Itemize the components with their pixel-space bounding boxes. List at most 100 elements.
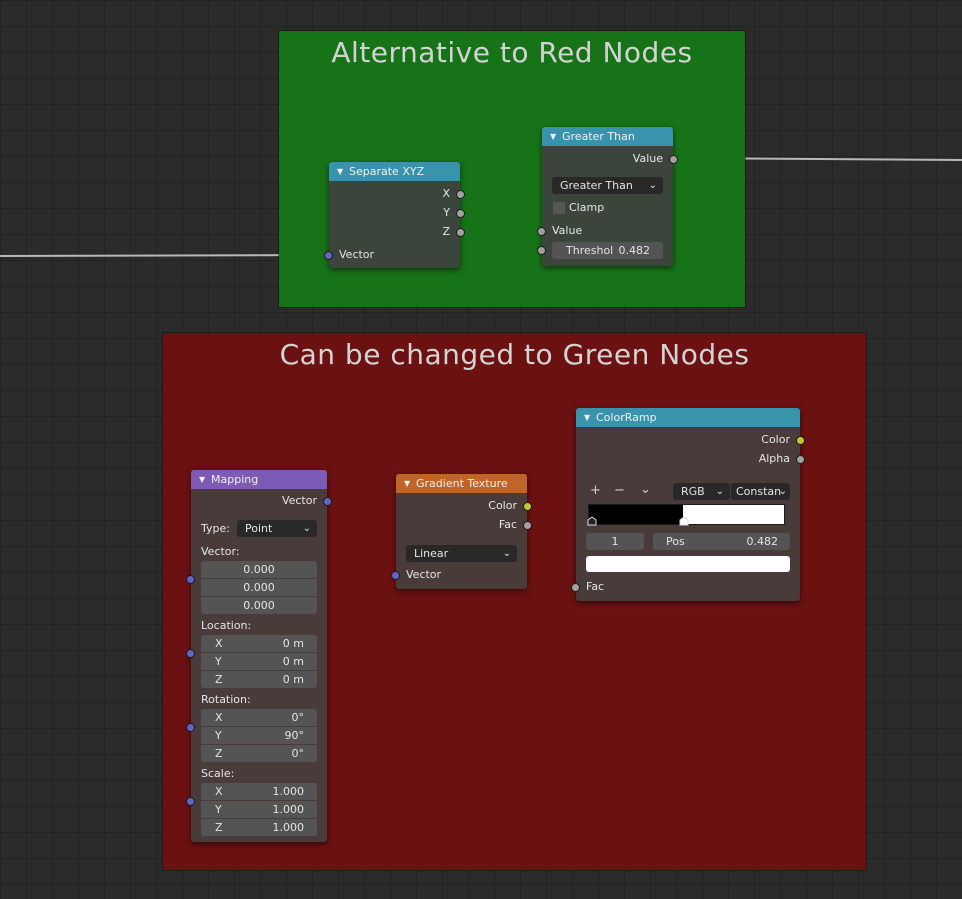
input-label-vector: Vector: [339, 248, 375, 261]
rotation-axis-y: Y: [215, 729, 222, 742]
output-label-z: Z: [442, 225, 450, 238]
location-field-z[interactable]: Z 0 m: [201, 671, 317, 688]
rotation-axis-x: X: [215, 711, 223, 724]
node-greater-than[interactable]: ▼ Greater Than Value Greater Than ⌄ Clam…: [537, 127, 678, 266]
vector-field-z[interactable]: 0.000: [201, 597, 317, 614]
socket-output-fac[interactable]: [523, 521, 532, 530]
scale-field-x[interactable]: X 1.000: [201, 783, 317, 800]
location-value-z: 0 m: [282, 673, 304, 686]
location-label: Location:: [201, 619, 252, 632]
frame-title: Alternative to Red Nodes: [331, 36, 693, 69]
frame-alternative[interactable]: Alternative to Red Nodes ▼ Separate XYZ …: [279, 31, 745, 307]
socket-output-alpha[interactable]: [796, 455, 805, 464]
scale-field-y[interactable]: Y 1.000: [201, 801, 317, 818]
scale-axis-x: X: [215, 785, 223, 798]
socket-output-color[interactable]: [796, 436, 805, 445]
socket-output-color[interactable]: [523, 502, 532, 511]
output-label-x: X: [442, 187, 450, 200]
rotation-field-x[interactable]: X 0°: [201, 709, 317, 726]
threshold-field[interactable]: Threshol 0.482: [552, 242, 663, 259]
node-color-ramp[interactable]: ▼ ColorRamp Color Alpha + − ⌄ RGB ⌄ Cons…: [571, 408, 805, 601]
node-header[interactable]: ▼ Gradient Texture: [396, 474, 527, 493]
socket-input-value[interactable]: [537, 227, 546, 236]
node-header[interactable]: ▼ Mapping: [191, 470, 327, 489]
chevron-down-icon: ⌄: [502, 548, 511, 559]
output-label-alpha: Alpha: [758, 452, 790, 465]
vector-value-y: 0.000: [243, 581, 275, 594]
node-header[interactable]: ▼ Separate XYZ: [329, 162, 460, 181]
ramp-stop-marker-1[interactable]: [679, 516, 689, 526]
frame-title: Can be changed to Green Nodes: [279, 338, 750, 371]
node-mapping[interactable]: ▼ Mapping Vector Type: Point ⌄ Vector: 0…: [186, 470, 332, 842]
collapse-triangle-icon[interactable]: ▼: [337, 162, 343, 181]
clamp-checkbox[interactable]: [553, 202, 565, 214]
location-value-y: 0 m: [282, 655, 304, 668]
collapse-triangle-icon[interactable]: ▼: [404, 474, 410, 493]
location-field-x[interactable]: X 0 m: [201, 635, 317, 652]
remove-stop-button[interactable]: −: [614, 483, 625, 498]
gradient-type-dropdown[interactable]: Linear ⌄: [406, 545, 517, 562]
socket-input-vector[interactable]: [391, 571, 400, 580]
stop-color-swatch[interactable]: [586, 556, 790, 572]
node-header[interactable]: ▼ ColorRamp: [576, 408, 800, 427]
pos-field[interactable]: Pos 0.482: [653, 533, 790, 550]
ramp-stop-marker-0[interactable]: [587, 516, 597, 526]
scale-axis-z: Z: [215, 821, 223, 834]
pos-value: 0.482: [746, 535, 779, 548]
socket-output-value[interactable]: [669, 155, 678, 164]
socket-output-z[interactable]: [456, 228, 465, 237]
scale-label: Scale:: [201, 767, 235, 780]
output-label-y: Y: [443, 206, 450, 219]
interpolation-dropdown[interactable]: Constan ⌄: [731, 483, 790, 500]
location-field-y[interactable]: Y 0 m: [201, 653, 317, 670]
input-label-vector: Vector: [406, 568, 442, 581]
ramp-menu-button[interactable]: ⌄: [640, 482, 651, 497]
output-label-value: Value: [632, 152, 663, 165]
socket-output-x[interactable]: [456, 190, 465, 199]
color-mode-value: RGB: [681, 485, 705, 498]
node-gradient-texture[interactable]: ▼ Gradient Texture Color Fac Linear ⌄ Ve…: [391, 474, 532, 589]
threshold-label: Threshol: [566, 244, 614, 257]
rotation-field-z[interactable]: Z 0°: [201, 745, 317, 762]
operation-dropdown[interactable]: Greater Than ⌄: [552, 177, 663, 194]
socket-output-vector[interactable]: [323, 497, 332, 506]
socket-input-vector[interactable]: [324, 251, 333, 260]
collapse-triangle-icon[interactable]: ▼: [199, 470, 205, 489]
output-label-color: Color: [761, 433, 790, 446]
socket-input-scale[interactable]: [186, 797, 195, 806]
vector-value-z: 0.000: [243, 599, 275, 612]
collapse-triangle-icon[interactable]: ▼: [550, 127, 556, 146]
socket-input-fac[interactable]: [571, 583, 580, 592]
type-label: Type:: [201, 522, 230, 535]
stop-index-field[interactable]: 1: [586, 533, 644, 550]
node-header[interactable]: ▼ Greater Than: [542, 127, 673, 146]
chevron-down-icon: ⌄: [648, 180, 657, 191]
rotation-field-y[interactable]: Y 90°: [201, 727, 317, 744]
socket-input-threshold[interactable]: [537, 246, 546, 255]
socket-input-location[interactable]: [186, 649, 195, 658]
clamp-label: Clamp: [569, 201, 605, 214]
output-label-vector: Vector: [281, 494, 317, 507]
vector-field-x[interactable]: 0.000: [201, 561, 317, 578]
operation-value: Greater Than: [560, 179, 633, 192]
chevron-down-icon: ⌄: [715, 486, 724, 497]
node-separate-xyz[interactable]: ▼ Separate XYZ X Y Z Vector: [324, 162, 465, 268]
vector-field-y[interactable]: 0.000: [201, 579, 317, 596]
frame-red-nodes[interactable]: Can be changed to Green Nodes ▼ Mapping …: [163, 333, 866, 870]
collapse-triangle-icon[interactable]: ▼: [584, 408, 590, 427]
scale-axis-y: Y: [215, 803, 222, 816]
threshold-value: 0.482: [618, 244, 651, 257]
pos-label: Pos: [666, 535, 685, 548]
output-label-color: Color: [488, 499, 517, 512]
stop-index-value: 1: [611, 535, 619, 548]
type-dropdown[interactable]: Point ⌄: [237, 520, 317, 537]
scale-field-z[interactable]: Z 1.000: [201, 819, 317, 836]
color-mode-dropdown[interactable]: RGB ⌄: [673, 483, 730, 500]
scale-value-y: 1.000: [272, 803, 305, 816]
socket-input-rotation[interactable]: [186, 723, 195, 732]
socket-input-vector[interactable]: [186, 575, 195, 584]
type-value: Point: [245, 522, 273, 535]
node-title: Separate XYZ: [349, 165, 425, 178]
socket-output-y[interactable]: [456, 209, 465, 218]
add-stop-button[interactable]: +: [590, 483, 601, 498]
